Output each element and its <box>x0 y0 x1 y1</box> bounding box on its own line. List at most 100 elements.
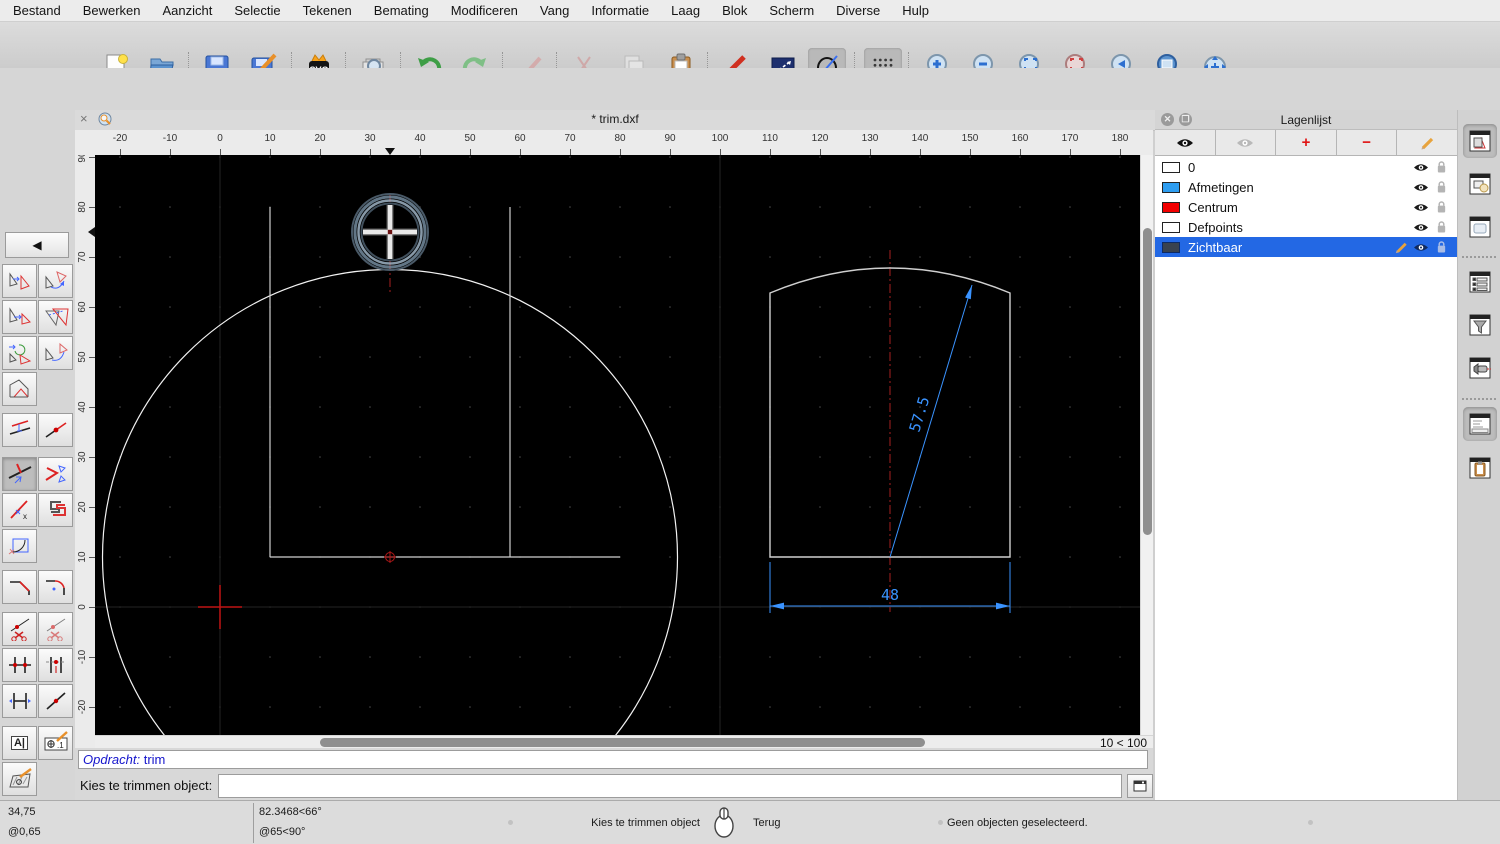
menu-item-bestand[interactable]: Bestand <box>13 3 61 18</box>
layer-visibility-icon[interactable] <box>1411 242 1431 253</box>
menu-item-bemating[interactable]: Bemating <box>374 3 429 18</box>
menu-item-aanzicht[interactable]: Aanzicht <box>163 3 213 18</box>
edit-dimension-tool-button[interactable]: .1 <box>38 726 73 760</box>
block-list-dock-icon[interactable] <box>1463 167 1497 201</box>
trim-tool-button[interactable] <box>2 457 37 491</box>
menu-item-selectie[interactable]: Selectie <box>234 3 280 18</box>
menu-item-diverse[interactable]: Diverse <box>836 3 880 18</box>
ruler-label: -20 <box>77 699 88 715</box>
status-bar: 34,75 @0,65 82.3468<66° @65<90° Kies te … <box>0 800 1500 844</box>
collapse-left-toolbar-button[interactable]: ◀ <box>5 232 69 258</box>
library-browser-dock-icon[interactable] <box>1463 210 1497 244</box>
reshape-tool-button[interactable] <box>2 372 37 406</box>
layer-row-defpoints[interactable]: Defpoints <box>1155 217 1457 237</box>
trim-two-tool-button[interactable] <box>38 457 73 491</box>
cut-tool-button[interactable] <box>2 612 37 646</box>
edit-hatch-tool-button[interactable] <box>2 762 37 796</box>
edit-layer-button[interactable] <box>1397 130 1457 155</box>
ruler-label: 60 <box>77 301 88 313</box>
layer-list-panel: ✕ ❐ Lagenlijst + − 0 Afmetingen Centrum Def… <box>1155 110 1457 800</box>
ruler-corner <box>75 130 95 155</box>
view-projection-dock-icon[interactable] <box>1463 351 1497 385</box>
relative-coordinate: @0,65 <box>8 826 41 838</box>
fillet-tool-button[interactable] <box>38 570 73 604</box>
menu-item-laag[interactable]: Laag <box>671 3 700 18</box>
menu-item-scherm[interactable]: Scherm <box>769 3 814 18</box>
command-detach-button[interactable] <box>1127 773 1153 798</box>
menu-item-informatie[interactable]: Informatie <box>591 3 649 18</box>
divide-tool-button[interactable] <box>2 648 37 682</box>
move-rotate-tool-button[interactable] <box>2 336 37 370</box>
command-history-line: Opdracht: trim <box>78 750 1148 769</box>
ruler-label: 50 <box>77 351 88 363</box>
layer-row-centrum[interactable]: Centrum <box>1155 197 1457 217</box>
menu-item-blok[interactable]: Blok <box>722 3 747 18</box>
main-circle[interactable] <box>101 268 679 736</box>
layer-row-zichtbaar[interactable]: Zichtbaar <box>1155 237 1457 257</box>
edit-text-tool-button[interactable]: A| <box>2 726 37 760</box>
add-layer-button[interactable]: + <box>1276 130 1337 155</box>
clip-rectangle-tool-button[interactable] <box>2 529 37 563</box>
break-tool-button[interactable] <box>38 413 73 447</box>
menu-item-tekenen[interactable]: Tekenen <box>303 3 352 18</box>
command-history: Opdracht: trim <box>75 748 1153 771</box>
dock-toggle-strip <box>1457 110 1500 800</box>
scale-tool-button[interactable] <box>38 300 73 334</box>
layer-lock-icon[interactable] <box>1431 160 1451 174</box>
layer-list-dock-icon[interactable] <box>1463 124 1497 158</box>
layer-edit-icon[interactable] <box>1391 241 1411 254</box>
stretch-tool-button[interactable] <box>2 684 37 718</box>
vertical-scrollbar[interactable] <box>1140 155 1153 735</box>
layer-lock-icon[interactable] <box>1431 240 1451 254</box>
layer-row-afmetingen[interactable]: Afmetingen <box>1155 177 1457 197</box>
radius-dimension[interactable]: 57.5 <box>889 284 973 558</box>
absolute-coordinate: 34,75 <box>8 806 36 818</box>
layer-lock-icon[interactable] <box>1431 220 1451 234</box>
selection-filter-dock-icon[interactable] <box>1463 308 1497 342</box>
layer-visibility-icon[interactable] <box>1411 182 1431 193</box>
ruler-label: 90 <box>664 133 676 144</box>
layer-lock-icon[interactable] <box>1431 200 1451 214</box>
menu-item-bewerken[interactable]: Bewerken <box>83 3 141 18</box>
svg-text:.1: .1 <box>57 741 64 750</box>
vertical-scroll-thumb[interactable] <box>1143 228 1152 535</box>
absolute-polar-coordinate: 82.3468<66° <box>259 806 322 818</box>
horizontal-scrollbar[interactable]: 10 < 100 <box>95 735 1153 750</box>
layer-visibility-icon[interactable] <box>1411 222 1431 233</box>
svg-text:48: 48 <box>881 586 899 604</box>
horizontal-scroll-thumb[interactable] <box>320 738 925 747</box>
cut-two-tool-button[interactable] <box>38 612 73 646</box>
hide-all-layers-button[interactable] <box>1216 130 1277 155</box>
entity-list-dock-icon[interactable] <box>1463 265 1497 299</box>
layer-visibility-icon[interactable] <box>1411 162 1431 173</box>
layer-list: 0 Afmetingen Centrum Defpoints Zichtbaar <box>1155 157 1457 257</box>
command-line-dock-icon[interactable] <box>1463 407 1497 441</box>
command-input[interactable] <box>218 773 1123 798</box>
show-all-layers-button[interactable] <box>1155 130 1216 155</box>
ruler-label: -20 <box>112 133 128 144</box>
chamfer-tool-button[interactable] <box>2 570 37 604</box>
divide-two-tool-button[interactable] <box>38 648 73 682</box>
left-tool-dock: ◀ x A| .1 <box>0 110 76 838</box>
menu-item-modificeren[interactable]: Modificeren <box>451 3 518 18</box>
layer-lock-icon[interactable] <box>1431 180 1451 194</box>
menu-item-vang[interactable]: Vang <box>540 3 569 18</box>
layer-visibility-icon[interactable] <box>1411 202 1431 213</box>
split-tool-button[interactable] <box>38 684 73 718</box>
ruler-label: 90 <box>77 155 88 163</box>
drawing-canvas[interactable]: 57.5 48 <box>95 155 1140 735</box>
rotate-two-tool-button[interactable] <box>38 336 73 370</box>
lengthen-tool-button[interactable]: x <box>2 493 37 527</box>
rotate-tool-button[interactable] <box>38 264 73 298</box>
mirror-tool-button[interactable] <box>2 300 37 334</box>
offset-polyline-tool-button[interactable] <box>38 493 73 527</box>
offset-tool-button[interactable] <box>2 413 37 447</box>
menu-item-hulp[interactable]: Hulp <box>902 3 929 18</box>
remove-layer-button[interactable]: − <box>1337 130 1398 155</box>
svg-text:x: x <box>23 512 27 521</box>
layer-row-0[interactable]: 0 <box>1155 157 1457 177</box>
circle-center-marker <box>384 551 396 563</box>
move-tool-button[interactable] <box>2 264 37 298</box>
clipboard-dock-icon[interactable] <box>1463 451 1497 485</box>
layer-panel-toolbar: + − <box>1155 130 1457 156</box>
